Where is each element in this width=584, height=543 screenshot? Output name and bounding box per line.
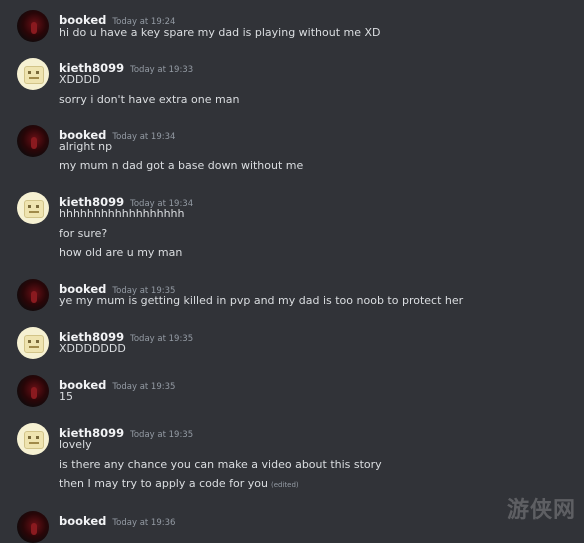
message-text: my mum n dad got a base down without me xyxy=(59,159,304,172)
message-text: XDDDD xyxy=(59,73,101,86)
message-text: how old are u my man xyxy=(59,246,183,259)
message-text: XDDDDDDD xyxy=(59,342,126,355)
avatar[interactable] xyxy=(17,125,49,157)
message-text: then I may try to apply a code for you xyxy=(59,477,268,490)
message-text: hi do u have a key spare my dad is playi… xyxy=(59,26,381,39)
message-text-edited: then I may try to apply a code for you (e… xyxy=(59,477,299,490)
avatar[interactable] xyxy=(17,327,49,359)
timestamp: Today at 19:34 xyxy=(112,132,176,142)
username[interactable]: booked xyxy=(59,514,106,528)
message-text: 15 xyxy=(59,390,73,403)
message-text: is there any chance you can make a video… xyxy=(59,458,382,471)
message-text: ye my mum is getting killed in pvp and m… xyxy=(59,294,464,307)
edited-marker: (edited) xyxy=(270,481,299,489)
message-header: booked Today at 19:24 xyxy=(59,9,175,27)
message-header: booked Today at 19:36 xyxy=(59,510,176,528)
timestamp: Today at 19:33 xyxy=(130,65,194,75)
avatar[interactable] xyxy=(17,192,49,224)
message-header: kieth8099 Today at 19:35 xyxy=(59,326,194,344)
message-text: sorry i don't have extra one man xyxy=(59,93,240,106)
message-text: hhhhhhhhhhhhhhhhhh xyxy=(59,207,185,220)
timestamp: Today at 19:35 xyxy=(130,430,194,440)
timestamp: Today at 19:36 xyxy=(112,518,176,528)
avatar[interactable] xyxy=(17,10,49,42)
username[interactable]: booked xyxy=(59,13,106,27)
avatar[interactable] xyxy=(17,511,49,543)
message-text: lovely xyxy=(59,438,92,451)
chat-message-list: booked Today at 19:24 hi do u have a key … xyxy=(0,0,584,543)
timestamp: Today at 19:35 xyxy=(130,334,194,344)
timestamp: Today at 19:35 xyxy=(112,382,176,392)
avatar[interactable] xyxy=(17,375,49,407)
message-text: alright np xyxy=(59,140,113,153)
message-header: kieth8099 Today at 19:33 xyxy=(59,57,194,75)
message-header: kieth8099 Today at 19:35 xyxy=(59,422,194,440)
message-header: booked Today at 19:35 xyxy=(59,374,176,392)
message-header: kieth8099 Today at 19:34 xyxy=(59,191,193,209)
message-header: booked Today at 19:35 xyxy=(59,278,175,296)
message-text: for sure? xyxy=(59,227,108,240)
avatar[interactable] xyxy=(17,279,49,311)
watermark-logo: 游侠网 xyxy=(506,498,576,523)
avatar[interactable] xyxy=(17,58,49,90)
avatar[interactable] xyxy=(17,423,49,455)
message-header: booked Today at 19:34 xyxy=(59,124,176,142)
